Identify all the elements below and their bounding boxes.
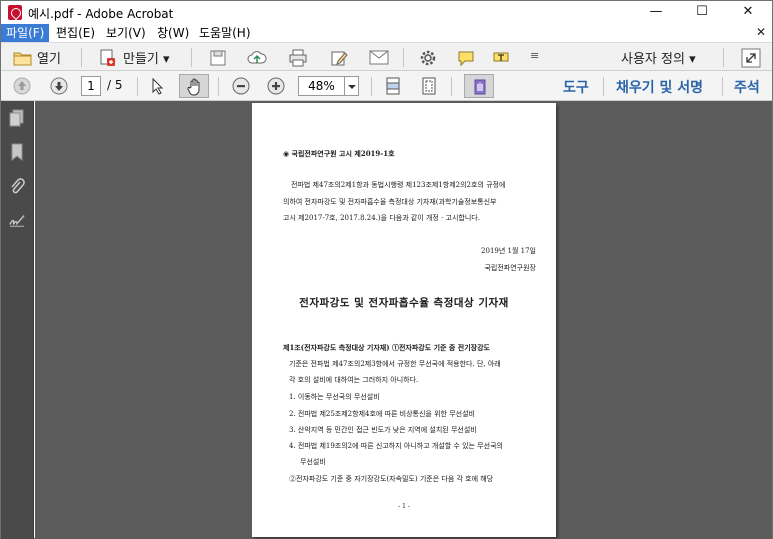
toolbar-divider (81, 48, 82, 67)
notice-issuer: 국립전파연구원장 (484, 264, 536, 272)
zoom-out-icon[interactable] (232, 77, 250, 95)
toolbar-divider (451, 77, 452, 96)
toolbar-divider (722, 77, 723, 96)
open-button[interactable]: 열기 (13, 46, 61, 69)
main-toolbar: 열기 만들기 ▾ ≡ 사용자 정의 ▾ (1, 42, 772, 71)
toolbar-divider (218, 77, 219, 96)
customize-button[interactable]: 사용자 정의 ▾ (621, 46, 696, 69)
toolbar-divider (371, 77, 372, 96)
tools-pane-button[interactable]: 도구 (563, 77, 589, 97)
maximize-button[interactable]: ☐ (679, 1, 725, 24)
cloud-upload-icon[interactable] (247, 49, 267, 67)
fit-page-icon[interactable] (421, 77, 437, 95)
edit-icon[interactable] (330, 49, 348, 67)
more-icon[interactable]: ≡ (530, 49, 539, 62)
article-line: 제1조(전자파강도 측정대상 기자재) ①전자파강도 기준 중 전기장강도 (283, 343, 490, 352)
article-line: 각 호의 설비에 대하여는 그러하지 아니하다. (289, 376, 419, 384)
fit-width-icon[interactable] (385, 77, 401, 95)
create-button[interactable]: 만들기 ▾ (99, 46, 170, 69)
create-label: 만들기 ▾ (123, 52, 170, 67)
page-number-footer: - 1 - (398, 503, 410, 510)
close-button[interactable]: ✕ (725, 1, 771, 24)
menu-view[interactable]: 보기(V) (101, 24, 151, 42)
notice-header: ◉ 국립전파연구원 고시 제2019-1호 (283, 149, 395, 158)
folder-icon (13, 52, 32, 65)
print-icon[interactable] (289, 49, 307, 67)
notice-date: 2019년 1월 17일 (481, 247, 536, 255)
attachment-icon[interactable] (9, 177, 25, 195)
acrobat-window: 예시.pdf - Adobe Acrobat — ☐ ✕ 파일(F) 편집(E)… (0, 0, 773, 539)
close-document-icon[interactable]: ✕ (756, 25, 766, 39)
signature-icon[interactable] (9, 211, 25, 229)
read-mode-button[interactable] (464, 74, 494, 98)
bookmark-icon[interactable] (9, 143, 25, 161)
navigation-toolbar: 1 / 5 48% 도구 채우기 및 서명 주석 (1, 71, 772, 101)
navigation-pane (1, 101, 34, 539)
expand-icon[interactable] (741, 48, 761, 68)
zoom-dropdown[interactable] (345, 76, 359, 96)
zoom-input[interactable]: 48% (298, 76, 345, 96)
comment-icon[interactable] (457, 49, 475, 67)
menu-file[interactable]: 파일(F) (1, 24, 50, 42)
toolbar-divider (603, 77, 604, 96)
list-item: 3. 산악지역 등 민간인 접근 빈도가 낮은 지역에 설치된 무선설비 (289, 426, 477, 434)
customize-label: 사용자 정의 ▾ (621, 52, 696, 67)
email-icon[interactable] (369, 50, 389, 65)
page-down-icon[interactable] (50, 77, 68, 95)
toolbar-divider (137, 77, 138, 96)
menu-window[interactable]: 창(W) (152, 24, 194, 42)
pdf-app-icon (8, 5, 22, 20)
title-bar: 예시.pdf - Adobe Acrobat — ☐ ✕ (1, 1, 772, 24)
fill-sign-pane-button[interactable]: 채우기 및 서명 (616, 77, 703, 97)
list-item: 무선설비 (300, 458, 326, 466)
intro-line: 고시 제2017-7호, 2017.8.24.)을 다음과 같이 개정 · 고시… (283, 214, 480, 222)
list-item: 2. 전파법 제25조제2항제4호에 따른 비상통신을 위한 무선설비 (289, 410, 475, 418)
intro-line: 전파법 제47조의2제1항과 동법시행령 제123조제1항제2의2호의 규정에 (291, 181, 506, 189)
pdf-page: ◉ 국립전파연구원 고시 제2019-1호 전파법 제47조의2제1항과 동법시… (252, 103, 556, 537)
save-icon[interactable] (209, 49, 227, 67)
hand-icon (187, 78, 200, 96)
minimize-button[interactable]: — (633, 1, 679, 24)
list-item: 1. 이동하는 무선국의 무선설비 (289, 393, 380, 401)
document-title: 전자파강도 및 전자파흡수율 측정대상 기자재 (299, 297, 509, 309)
intro-line: 의하여 전자파강도 및 전자파흡수율 측정대상 기자재(과학기술정보통신부 (283, 198, 497, 206)
pages-panel-icon[interactable] (9, 109, 25, 127)
window-title: 예시.pdf - Adobe Acrobat (28, 7, 174, 21)
select-arrow-icon[interactable] (149, 77, 167, 95)
read-mode-icon (474, 79, 486, 95)
zoom-in-icon[interactable] (267, 77, 285, 95)
comment-pane-button[interactable]: 주석 (734, 77, 760, 97)
gear-icon[interactable] (419, 49, 437, 67)
open-label: 열기 (37, 52, 61, 67)
menu-help[interactable]: 도움말(H) (194, 24, 256, 42)
toolbar-divider (723, 48, 724, 67)
hand-tool-button[interactable] (179, 74, 209, 98)
article-line: 기준은 전파법 제47조의2제3항에서 규정한 무선국에 적용한다. 단, 아래 (289, 360, 501, 368)
page-up-icon[interactable] (13, 77, 31, 95)
toolbar-divider (403, 48, 404, 67)
toolbar-divider (191, 48, 192, 67)
article-line: ②전자파강도 기준 중 자기장강도(자속밀도) 기준은 다음 각 호에 해당 (289, 475, 494, 483)
menu-edit[interactable]: 편집(E) (51, 24, 100, 42)
page-number-input[interactable]: 1 (81, 76, 101, 96)
create-pdf-icon (100, 49, 115, 66)
menu-bar: 파일(F) 편집(E) 보기(V) 창(W) 도움말(H) ✕ (1, 24, 772, 42)
page-total: / 5 (107, 78, 123, 92)
highlight-icon[interactable] (493, 49, 511, 67)
list-item: 4. 전파법 제19조의2에 따른 신고하지 아니하고 개설할 수 있는 무선국… (289, 442, 503, 450)
document-area[interactable]: ◉ 국립전파연구원 고시 제2019-1호 전파법 제47조의2제1항과 동법시… (35, 101, 772, 539)
